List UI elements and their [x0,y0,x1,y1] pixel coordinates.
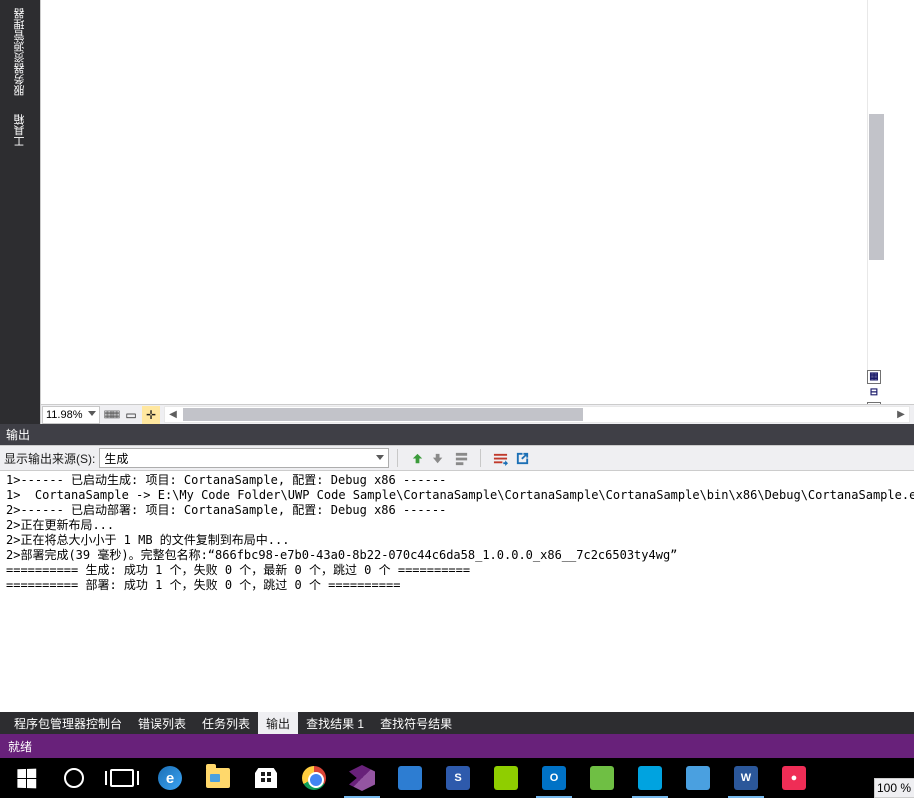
output-text[interactable]: 1>------ 已启动生成: 项目: CortanaSample, 配置: D… [0,471,914,712]
vertical-scrollbar[interactable] [867,0,884,384]
taskbar-notepad[interactable] [674,758,722,798]
output-toolbar: 显示输出来源(S): 生成 [0,445,914,471]
bottom-tab-0[interactable]: 程序包管理器控制台 [6,712,130,734]
taskbar-evernote[interactable] [578,758,626,798]
recorder-icon: ● [782,766,806,790]
taskview-icon [110,769,134,787]
vertical-scroll-thumb[interactable] [869,114,884,260]
chevron-down-icon [88,411,96,416]
bottom-tab-2[interactable]: 任务列表 [194,712,258,734]
taskbar-recorder[interactable]: ● [770,758,818,798]
snap-grid-icon[interactable]: ✛ [142,406,160,424]
bottom-tab-4[interactable]: 查找结果 1 [298,712,372,734]
bottom-tab-3[interactable]: 输出 [258,712,298,734]
taskbar-app-blue[interactable] [386,758,434,798]
app-cyan-icon [638,766,662,790]
bottom-tab-5[interactable]: 查找符号结果 [372,712,460,734]
output-source-label: 显示输出来源(S): [4,450,95,467]
next-message-icon[interactable] [428,447,450,469]
taskbar-start[interactable] [2,758,50,798]
zoom-combo[interactable]: 11.98% [42,406,100,424]
output-panel-title[interactable]: 输出 [0,424,914,445]
output-source-value: 生成 [104,450,128,467]
scroll-right-icon[interactable]: ▶ [893,409,909,420]
zoom-right-label[interactable]: 100 % [874,778,914,798]
taskbar-visual-studio[interactable] [338,758,386,798]
status-text: 就绪 [8,738,32,755]
taskbar-cortana[interactable] [50,758,98,798]
cortana-icon [64,768,84,788]
horizontal-scroll-thumb[interactable] [183,408,583,421]
taskbar-app-cyan[interactable] [626,758,674,798]
taskbar-outlook[interactable]: O [530,758,578,798]
collapse-icon[interactable]: ⊟ [867,386,881,400]
notepad-icon [686,766,710,790]
separator [397,449,398,467]
taskbar-skype-business[interactable]: S [434,758,482,798]
designer-toolbar: 11.98% ▦▦ ▭ ✛ ◀ ▶ 100 % [41,404,914,424]
fit-icon[interactable]: ▭ [122,406,140,424]
zoom-value: 11.98% [46,409,83,421]
evernote-icon [590,766,614,790]
statusbar: 就绪 [0,734,914,758]
toolstrip-toolbox[interactable]: 工具箱 [13,108,28,153]
side-toolstrip: 服务器资源管理器 工具箱 [0,0,40,424]
horizontal-scrollbar[interactable]: ◀ ▶ [164,406,910,423]
skype-business-icon: S [446,766,470,790]
taskbar: e S O W ● [0,758,914,798]
folder-icon [206,768,230,788]
word-icon: W [734,766,758,790]
bottom-tab-1[interactable]: 错误列表 [130,712,194,734]
prev-message-icon[interactable] [406,447,428,469]
taskbar-word[interactable]: W [722,758,770,798]
taskbar-store[interactable] [242,758,290,798]
outlook-icon: O [542,766,566,790]
app-blue-icon [398,766,422,790]
taskbar-chrome[interactable] [290,758,338,798]
taskbar-edge[interactable]: e [146,758,194,798]
separator [480,449,481,467]
sticky-icon [494,766,518,790]
effects-toggle-icon[interactable]: ▦ [867,370,881,384]
grid-toggle-icon[interactable]: ▦▦ [102,406,120,424]
output-source-combo[interactable]: 生成 [99,448,389,468]
designer-panel: ▦ ⊟ ⧉ 11.98% ▦▦ ▭ ✛ ◀ ▶ 100 % [40,0,914,424]
goto-code-icon[interactable] [511,447,533,469]
chrome-icon [302,766,326,790]
designer-canvas[interactable]: ▦ ⊟ ⧉ [41,0,914,404]
windows-icon [17,768,36,788]
visual-studio-icon [349,765,375,791]
bottom-tabs: 程序包管理器控制台错误列表任务列表输出查找结果 1查找符号结果 [0,712,914,734]
scroll-left-icon[interactable]: ◀ [165,409,181,420]
output-panel: 输出 显示输出来源(S): 生成 1>------ 已启动生成: 项目: Cor… [0,424,914,712]
store-icon [255,768,277,788]
taskbar-sticky[interactable] [482,758,530,798]
chevron-down-icon [376,455,384,460]
edge-icon: e [158,766,182,790]
snap-toggle-icon[interactable]: ⧉ [867,402,881,404]
toggle-wrap-icon[interactable] [489,447,511,469]
toolstrip-server-explorer[interactable]: 服务器资源管理器 [13,2,28,102]
clear-all-icon[interactable] [450,447,472,469]
taskbar-explorer[interactable] [194,758,242,798]
taskbar-taskview[interactable] [98,758,146,798]
